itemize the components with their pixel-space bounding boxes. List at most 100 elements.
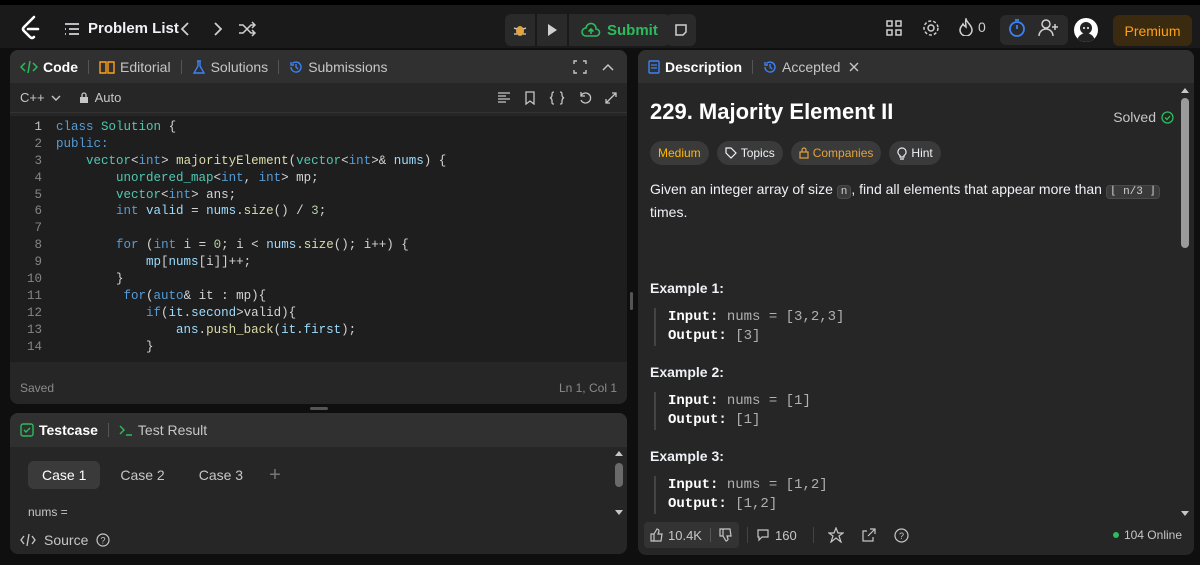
scroll-thumb[interactable] [1181,98,1189,248]
format-icon[interactable] [497,91,511,104]
line-number: 5 [34,187,42,202]
add-case-icon[interactable]: + [269,464,281,487]
example-2: Example 2: Input: nums = [1] Output: [1] [650,364,1176,430]
companies-tag[interactable]: Companies [790,141,882,165]
comments-button[interactable]: 160 [756,528,797,543]
next-problem-icon[interactable] [207,19,227,39]
tab-test-result[interactable]: Test Result [109,422,217,438]
code-line: 13 ans.push_back(it.first); [10,323,627,340]
auto-mode[interactable]: Auto [79,90,121,105]
code-line: 1 class Solution { [10,120,627,137]
notes-button[interactable] [666,14,696,46]
tab-submissions[interactable]: Submissions [279,59,397,75]
solved-badge: Solved [1113,109,1174,125]
line-number: 7 [34,221,42,236]
problem-list-button[interactable]: Problem List [64,20,179,37]
run-toolbar: Submit [505,14,670,46]
description-scrollbar[interactable] [1180,86,1190,526]
saved-status: Saved [20,381,55,395]
case-tab[interactable]: Case 2 [106,461,178,489]
code-line: 4 unordered_map<int, int> mp; [10,171,627,188]
chevron-down-icon [51,95,61,101]
language-select[interactable]: C++ [20,90,61,105]
line-number: 12 [26,305,42,320]
scroll-up-icon [615,451,623,456]
case-tab[interactable]: Case 1 [28,461,101,489]
description-content: 229. Majority Element II Solved Medium T… [638,83,1188,531]
star-icon[interactable] [827,527,844,543]
premium-button[interactable]: Premium [1113,15,1192,46]
line-number: 10 [26,272,42,287]
like-button[interactable]: 10.4K [644,522,739,548]
code-line: 3 vector<int> majorityElement(vector<int… [10,154,627,171]
bookmark-icon[interactable] [524,90,536,105]
inline-code: ⌊ n/3 ⌋ [1105,185,1161,199]
tab-solutions-label: Solutions [210,58,269,75]
shuffle-icon[interactable] [237,19,257,39]
close-icon[interactable] [849,62,859,72]
leetcode-logo-icon[interactable] [20,15,42,41]
add-user-icon[interactable] [1038,18,1060,38]
horizontal-resize-handle[interactable] [310,407,328,410]
submit-button[interactable]: Submit [569,14,670,46]
list-icon [65,22,79,35]
streak-counter[interactable]: 0 [958,18,986,36]
gear-icon[interactable] [921,18,941,38]
help-icon[interactable]: ? [96,533,110,547]
tab-testcase[interactable]: Testcase [10,422,108,438]
stopwatch-icon[interactable] [1007,18,1027,38]
top-bar: Problem List Submit 0 Premium [0,0,1200,48]
testcase-scrollbar[interactable] [614,449,624,521]
collapse-icon[interactable] [601,60,615,74]
check-circle-icon [1161,110,1174,124]
run-button[interactable] [537,14,567,46]
thumbs-down-icon[interactable] [719,528,733,542]
problem-title: 229. Majority Element II [650,99,894,124]
case-tab[interactable]: Case 3 [185,461,257,489]
code-editor[interactable]: 1 class Solution { 2 public: 3 vector<int>… [10,116,627,362]
description-footer: 10.4K 160 ? 104 Online [638,515,1194,555]
line-number: 8 [34,238,42,253]
hint-tag[interactable]: Hint [889,141,941,165]
share-icon[interactable] [862,528,876,542]
tab-testcase-label: Testcase [39,422,98,438]
line-number: 4 [34,170,42,185]
thumbs-up-icon [650,528,663,542]
code-line: 12 if(it.second>valid){ [10,306,627,323]
like-count: 10.4K [668,527,702,543]
topics-tag[interactable]: Topics [716,141,783,165]
source-link[interactable]: Source ? [20,532,110,548]
line-number: 1 [34,120,42,134]
code-line: 7 [10,221,627,238]
comment-count: 160 [774,527,797,543]
lightbulb-icon [897,146,908,160]
play-icon [548,24,557,36]
source-label: Source [44,532,89,548]
line-number: 14 [26,339,42,354]
tag-icon [725,147,737,159]
braces-icon[interactable] [549,90,565,105]
tab-code-label: Code [43,58,78,75]
scroll-thumb[interactable] [615,463,623,487]
fullscreen-icon[interactable] [573,59,587,74]
tag-row: Medium Topics Companies Hint [650,141,1176,165]
reset-icon[interactable] [578,91,592,105]
layout-icon[interactable] [884,18,904,38]
tab-accepted[interactable]: Accepted [753,59,869,75]
cloud-upload-icon [581,22,601,37]
tab-description[interactable]: Description [638,59,752,75]
expand-icon[interactable] [605,91,617,104]
example-input: nums = [1] [726,393,811,409]
debug-button[interactable] [505,14,535,46]
help-icon[interactable]: ? [894,527,909,543]
footer-divider [812,527,814,543]
example-1: Example 1: Input: nums = [3,2,3] Output:… [650,280,1176,346]
tab-editorial[interactable]: Editorial [89,59,181,75]
history-icon [290,60,302,73]
vertical-resize-handle[interactable] [630,292,633,310]
prev-problem-icon[interactable] [176,19,196,39]
tab-solutions[interactable]: Solutions [182,59,279,75]
avatar[interactable] [1074,18,1098,42]
output-label: Output: [668,412,727,428]
tab-code[interactable]: Code [10,59,88,75]
